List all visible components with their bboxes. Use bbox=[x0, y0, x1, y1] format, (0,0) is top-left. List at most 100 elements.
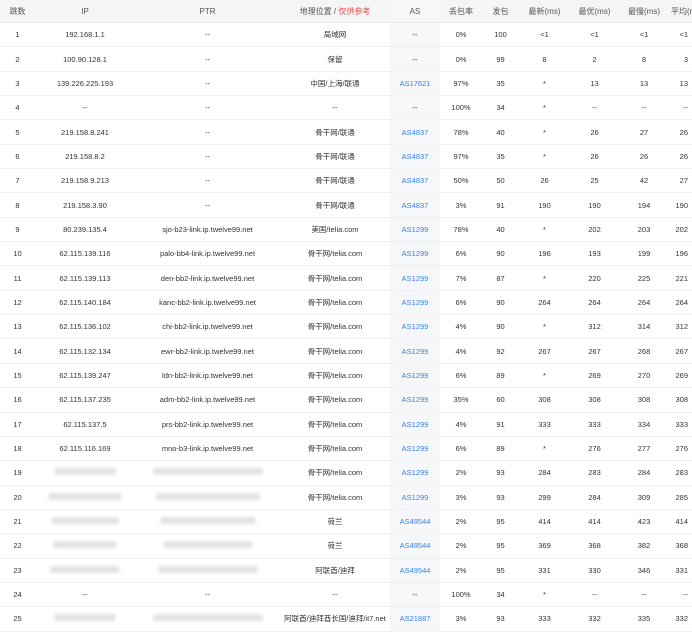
table-row[interactable]: 24 -- -- -- -- 100% 34 * -- -- -- bbox=[0, 582, 692, 608]
ptr-redacted-blur bbox=[155, 492, 260, 500]
table-row[interactable]: 20 骨干网/telia.com AS1299 3% 93 299 284 309 285 bbox=[0, 485, 692, 510]
as-number-link[interactable]: AS1299 bbox=[402, 274, 429, 283]
table-row[interactable]: 19 骨干网/telia.com AS1299 2% 93 284 283 284 283 bbox=[0, 460, 692, 486]
cell-sent: 50 bbox=[482, 168, 519, 194]
table-row[interactable]: 9 80.239.135.4 sjo-b23-link.ip.twelve99.ne… bbox=[0, 217, 692, 243]
col-last-header[interactable]: 最新(ms) bbox=[519, 0, 570, 23]
cell-ptr bbox=[135, 533, 280, 559]
cell-as: AS49544 bbox=[390, 558, 440, 583]
ptr-redacted-blur bbox=[162, 541, 253, 549]
cell-as: AS49544 bbox=[390, 533, 440, 559]
table-row[interactable]: 11 62.115.139.113 den-bb2-link.ip.twelve99… bbox=[0, 265, 692, 291]
table-row[interactable]: 16 62.115.137.235 adm-bb2-link.ip.twelve99… bbox=[0, 387, 692, 413]
col-avg-header[interactable]: 平均(ms) bbox=[669, 0, 692, 23]
as-number-link[interactable]: AS1299 bbox=[402, 347, 429, 356]
col-sent-header[interactable]: 发包 bbox=[482, 0, 519, 23]
ip-redacted-blur bbox=[54, 614, 116, 622]
as-number-link[interactable]: AS49544 bbox=[400, 566, 431, 575]
as-number-link[interactable]: AS1299 bbox=[402, 371, 429, 380]
table-row[interactable]: 7 219.158.9.213 -- 骨干网/联通 AS4837 50% 50 26 25 42 2… bbox=[0, 168, 692, 194]
cell-avg: -- bbox=[669, 582, 692, 608]
col-ip-header[interactable]: IP bbox=[35, 0, 135, 23]
cell-loss: 0% bbox=[440, 46, 482, 72]
cell-sent: 34 bbox=[482, 582, 519, 608]
as-number-link[interactable]: AS4837 bbox=[402, 176, 429, 185]
cell-hop: 24 bbox=[0, 582, 35, 608]
cell-worst: 225 bbox=[619, 265, 669, 291]
table-row[interactable]: 1 192.168.1.1 -- 局域网 -- 0% 100 <1 <1 <1 <1 bbox=[0, 22, 692, 48]
col-geo-header[interactable]: 地理位置 / 仅供参考 bbox=[280, 0, 390, 23]
table-row[interactable]: 6 219.158.8.2 -- 骨干网/联通 AS4837 97% 35 * 26 26 26 bbox=[0, 144, 692, 170]
cell-ptr: -- bbox=[135, 168, 280, 194]
as-number-link[interactable]: AS1299 bbox=[402, 322, 429, 331]
table-row[interactable]: 18 62.115.116.169 mno-b3-link.ip.twelve99.… bbox=[0, 436, 692, 462]
as-number-link[interactable]: AS4837 bbox=[402, 201, 429, 210]
as-number-link[interactable]: AS1299 bbox=[402, 298, 429, 307]
table-row[interactable]: 3 139.226.225.193 -- 中国/上海/联通 AS17621 97% 35 * 1… bbox=[0, 71, 692, 97]
cell-geo: 荷兰 bbox=[280, 533, 390, 559]
table-row[interactable]: 23 阿联酋/迪拜 AS49544 2% 95 331 330 346 331 bbox=[0, 558, 692, 583]
cell-avg: 332 bbox=[669, 606, 692, 632]
cell-as: AS1299 bbox=[390, 241, 440, 267]
cell-as: AS1299 bbox=[390, 460, 440, 486]
cell-best: 414 bbox=[570, 509, 619, 535]
cell-geo: 骨干网/telia.com bbox=[280, 290, 390, 316]
cell-geo: 保留 bbox=[280, 46, 390, 72]
cell-geo: -- bbox=[280, 95, 390, 121]
table-row[interactable]: 13 62.115.136.102 chi-bb2-link.ip.twelve99… bbox=[0, 314, 692, 340]
table-header-row: 跳数 IP PTR 地理位置 / 仅供参考 AS 丢包率 发包 最新(ms) 最… bbox=[0, 0, 692, 23]
cell-last: 308 bbox=[519, 387, 570, 413]
table-row[interactable]: 21 荷兰 AS49544 2% 95 414 414 423 414 bbox=[0, 509, 692, 535]
table-row[interactable]: 14 62.115.132.134 ewr-bb2-link.ip.twelve99… bbox=[0, 338, 692, 364]
as-number-link[interactable]: AS17621 bbox=[400, 79, 431, 88]
col-worst-header[interactable]: 最慢(ms) bbox=[619, 0, 669, 23]
cell-last: * bbox=[519, 314, 570, 340]
table-row[interactable]: 17 62.115.137.5 prs-bb2-link.ip.twelve99.n… bbox=[0, 412, 692, 437]
as-number-link[interactable]: AS21887 bbox=[400, 614, 431, 623]
cell-sent: 95 bbox=[482, 509, 519, 535]
table-row[interactable]: 15 62.115.139.247 ldn-bb2-link.ip.twelve99… bbox=[0, 363, 692, 389]
as-number-link[interactable]: AS1299 bbox=[402, 249, 429, 258]
cell-hop: 20 bbox=[0, 485, 35, 510]
cell-best: 193 bbox=[570, 241, 619, 267]
as-number-link[interactable]: AS1299 bbox=[402, 225, 429, 234]
cell-as: -- bbox=[390, 22, 440, 48]
table-row[interactable]: 22 荷兰 AS49544 2% 95 369 368 382 368 bbox=[0, 533, 692, 559]
col-loss-header[interactable]: 丢包率 bbox=[440, 0, 482, 23]
cell-best: <1 bbox=[570, 22, 619, 48]
table-row[interactable]: 25 阿联酋/迪拜酋长国/迪拜/it7.net AS21887 3% 93 333 332 3… bbox=[0, 606, 692, 632]
cell-last: 331 bbox=[519, 558, 570, 583]
as-number-link[interactable]: AS49544 bbox=[400, 541, 431, 550]
cell-ptr bbox=[135, 460, 280, 486]
table-row[interactable]: 8 219.158.3.90 -- 骨干网/联通 AS4837 3% 91 190 190 194… bbox=[0, 192, 692, 218]
cell-hop: 18 bbox=[0, 436, 35, 462]
cell-sent: 90 bbox=[482, 314, 519, 340]
cell-sent: 100 bbox=[482, 22, 519, 48]
cell-geo: 骨干网/联通 bbox=[280, 168, 390, 194]
table-row[interactable]: 5 219.158.8.241 -- 骨干网/联通 AS4837 78% 40 * 26 27 26 bbox=[0, 119, 692, 145]
as-number-link[interactable]: AS49544 bbox=[400, 517, 431, 526]
cell-best: 269 bbox=[570, 363, 619, 389]
as-number-link[interactable]: AS1299 bbox=[402, 444, 429, 453]
table-row[interactable]: 10 62.115.139.116 palo-bb4-link.ip.twelve9… bbox=[0, 241, 692, 267]
as-number-link[interactable]: AS4837 bbox=[402, 152, 429, 161]
as-number-link[interactable]: AS1299 bbox=[402, 468, 429, 477]
cell-last: 264 bbox=[519, 290, 570, 316]
col-hop-header[interactable]: 跳数 bbox=[0, 0, 35, 23]
col-as-header[interactable]: AS bbox=[390, 0, 440, 23]
cell-loss: 4% bbox=[440, 338, 482, 364]
as-number-link[interactable]: AS1299 bbox=[402, 420, 429, 429]
cell-geo: 骨干网/telia.com bbox=[280, 363, 390, 389]
cell-geo: 骨干网/联通 bbox=[280, 192, 390, 218]
cell-as: AS1299 bbox=[390, 314, 440, 340]
cell-as: AS1299 bbox=[390, 387, 440, 413]
col-best-header[interactable]: 最优(ms) bbox=[570, 0, 619, 23]
cell-sent: 89 bbox=[482, 363, 519, 389]
as-number-link[interactable]: AS1299 bbox=[402, 493, 429, 502]
as-number-link[interactable]: AS4837 bbox=[402, 128, 429, 137]
col-ptr-header[interactable]: PTR bbox=[135, 0, 280, 23]
table-row[interactable]: 4 -- -- -- -- 100% 34 * -- -- -- bbox=[0, 95, 692, 121]
as-number-link[interactable]: AS1299 bbox=[402, 395, 429, 404]
table-row[interactable]: 2 100.90.128.1 -- 保留 -- 0% 99 8 2 8 3 bbox=[0, 46, 692, 72]
table-row[interactable]: 12 62.115.140.184 kanc-bb2-link.ip.twelve9… bbox=[0, 290, 692, 316]
